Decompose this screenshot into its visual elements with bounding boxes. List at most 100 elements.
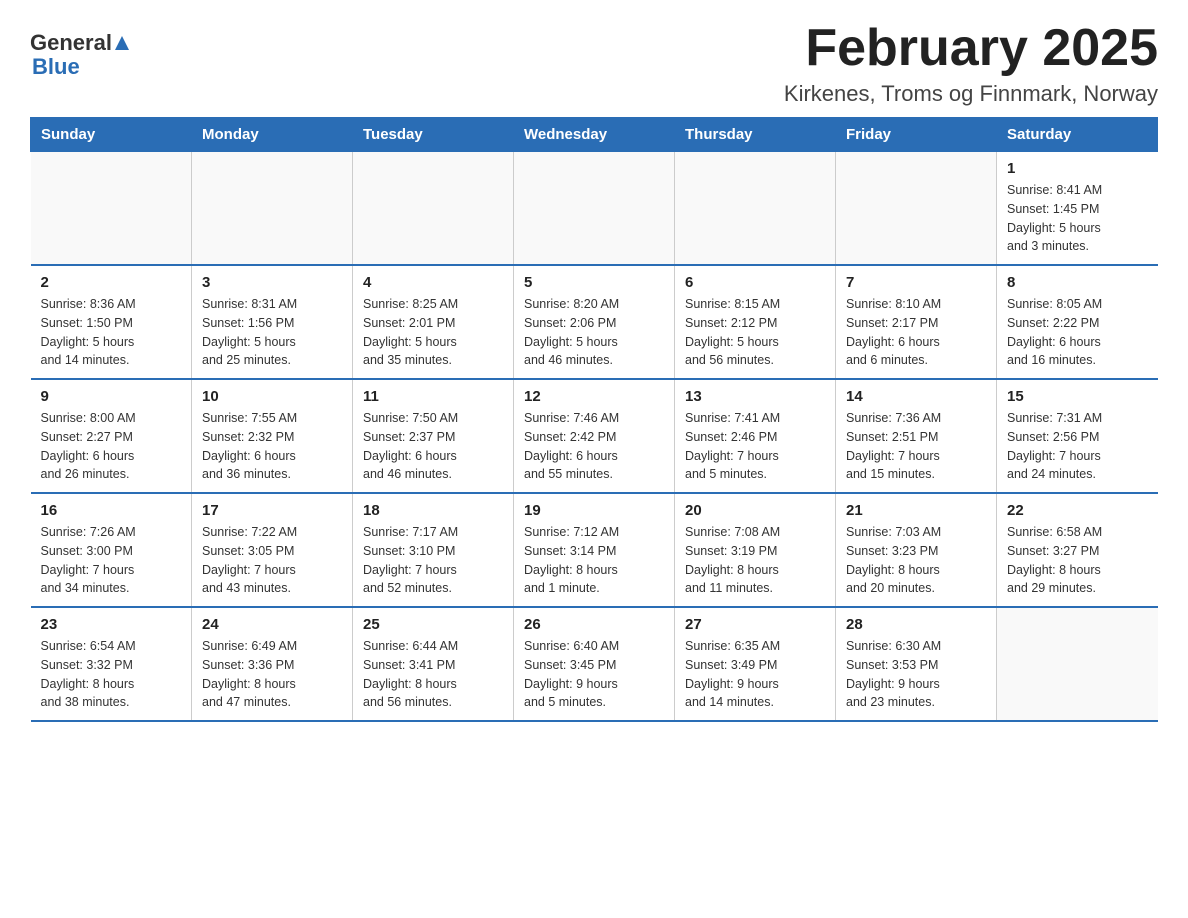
calendar-day-cell: 26 Sunrise: 6:40 AMSunset: 3:45 PMDayligh… — [514, 607, 675, 721]
calendar-day-cell — [836, 152, 997, 266]
logo-text: General — [30, 30, 132, 56]
day-number: 8 — [1007, 274, 1148, 291]
calendar-header-row: SundayMondayTuesdayWednesdayThursdayFrid… — [31, 118, 1158, 152]
day-info: Sunrise: 8:00 AMSunset: 2:27 PMDaylight:… — [41, 409, 182, 484]
day-info: Sunrise: 7:17 AMSunset: 3:10 PMDaylight:… — [363, 523, 503, 598]
calendar-day-cell — [514, 152, 675, 266]
calendar-week-row: 16Sunrise: 7:26 AMSunset: 3:00 PMDayligh… — [31, 493, 1158, 607]
calendar-day-cell: 1 Sunrise: 8:41 AMSunset: 1:45 PMDaylight… — [997, 152, 1158, 266]
day-number: 20 — [685, 502, 825, 519]
calendar-week-row: 9 Sunrise: 8:00 AMSunset: 2:27 PMDaylight… — [31, 379, 1158, 493]
day-number: 15 — [1007, 388, 1148, 405]
day-number: 23 — [41, 616, 182, 633]
calendar-day-cell: 22Sunrise: 6:58 AMSunset: 3:27 PMDayligh… — [997, 493, 1158, 607]
page-header: General Blue February 2025 Kirkenes, Tro… — [30, 20, 1158, 107]
calendar-day-header: Wednesday — [514, 118, 675, 152]
day-info: Sunrise: 6:40 AMSunset: 3:45 PMDaylight:… — [524, 637, 664, 712]
day-info: Sunrise: 8:15 AMSunset: 2:12 PMDaylight:… — [685, 295, 825, 370]
day-info: Sunrise: 6:35 AMSunset: 3:49 PMDaylight:… — [685, 637, 825, 712]
calendar-day-cell: 21Sunrise: 7:03 AMSunset: 3:23 PMDayligh… — [836, 493, 997, 607]
calendar-day-cell: 13 Sunrise: 7:41 AMSunset: 2:46 PMDayligh… — [675, 379, 836, 493]
day-info: Sunrise: 7:03 AMSunset: 3:23 PMDaylight:… — [846, 523, 986, 598]
day-info: Sunrise: 8:36 AMSunset: 1:50 PMDaylight:… — [41, 295, 182, 370]
day-number: 12 — [524, 388, 664, 405]
day-info: Sunrise: 7:31 AMSunset: 2:56 PMDaylight:… — [1007, 409, 1148, 484]
day-info: Sunrise: 8:20 AMSunset: 2:06 PMDaylight:… — [524, 295, 664, 370]
calendar-day-cell: 6 Sunrise: 8:15 AMSunset: 2:12 PMDaylight… — [675, 265, 836, 379]
day-info: Sunrise: 7:50 AMSunset: 2:37 PMDaylight:… — [363, 409, 503, 484]
day-number: 5 — [524, 274, 664, 291]
day-info: Sunrise: 8:25 AMSunset: 2:01 PMDaylight:… — [363, 295, 503, 370]
day-number: 13 — [685, 388, 825, 405]
calendar-day-cell: 23 Sunrise: 6:54 AMSunset: 3:32 PMDayligh… — [31, 607, 192, 721]
calendar-day-cell: 18 Sunrise: 7:17 AMSunset: 3:10 PMDayligh… — [353, 493, 514, 607]
day-number: 2 — [41, 274, 182, 291]
day-info: Sunrise: 8:10 AMSunset: 2:17 PMDaylight:… — [846, 295, 986, 370]
calendar-day-cell: 10 Sunrise: 7:55 AMSunset: 2:32 PMDayligh… — [192, 379, 353, 493]
day-number: 4 — [363, 274, 503, 291]
calendar-day-header: Tuesday — [353, 118, 514, 152]
calendar-day-cell — [31, 152, 192, 266]
calendar-day-cell: 14 Sunrise: 7:36 AMSunset: 2:51 PMDayligh… — [836, 379, 997, 493]
calendar-day-cell — [997, 607, 1158, 721]
logo-blue-text: Blue — [30, 54, 80, 80]
day-number: 1 — [1007, 160, 1148, 177]
day-number: 17 — [202, 502, 342, 519]
day-info: Sunrise: 7:55 AMSunset: 2:32 PMDaylight:… — [202, 409, 342, 484]
title-area: February 2025 Kirkenes, Troms og Finnmar… — [784, 20, 1158, 107]
day-number: 24 — [202, 616, 342, 633]
calendar-table: SundayMondayTuesdayWednesdayThursdayFrid… — [30, 117, 1158, 722]
calendar-day-cell: 17 Sunrise: 7:22 AMSunset: 3:05 PMDayligh… — [192, 493, 353, 607]
day-info: Sunrise: 7:36 AMSunset: 2:51 PMDaylight:… — [846, 409, 986, 484]
day-info: Sunrise: 8:41 AMSunset: 1:45 PMDaylight:… — [1007, 181, 1148, 256]
logo-triangle-icon — [113, 34, 131, 52]
calendar-day-cell — [353, 152, 514, 266]
day-number: 25 — [363, 616, 503, 633]
calendar-day-cell: 16Sunrise: 7:26 AMSunset: 3:00 PMDayligh… — [31, 493, 192, 607]
day-info: Sunrise: 7:12 AMSunset: 3:14 PMDaylight:… — [524, 523, 664, 598]
calendar-day-cell: 8 Sunrise: 8:05 AMSunset: 2:22 PMDaylight… — [997, 265, 1158, 379]
calendar-day-cell: 3 Sunrise: 8:31 AMSunset: 1:56 PMDaylight… — [192, 265, 353, 379]
calendar-day-cell: 9 Sunrise: 8:00 AMSunset: 2:27 PMDaylight… — [31, 379, 192, 493]
day-info: Sunrise: 7:26 AMSunset: 3:00 PMDaylight:… — [41, 523, 182, 598]
logo: General Blue — [30, 20, 132, 80]
day-info: Sunrise: 7:41 AMSunset: 2:46 PMDaylight:… — [685, 409, 825, 484]
location-subtitle: Kirkenes, Troms og Finnmark, Norway — [784, 81, 1158, 107]
calendar-day-header: Sunday — [31, 118, 192, 152]
calendar-day-cell: 28Sunrise: 6:30 AMSunset: 3:53 PMDayligh… — [836, 607, 997, 721]
calendar-day-cell — [192, 152, 353, 266]
day-info: Sunrise: 7:46 AMSunset: 2:42 PMDaylight:… — [524, 409, 664, 484]
day-info: Sunrise: 8:31 AMSunset: 1:56 PMDaylight:… — [202, 295, 342, 370]
day-number: 9 — [41, 388, 182, 405]
calendar-day-cell — [675, 152, 836, 266]
day-number: 19 — [524, 502, 664, 519]
calendar-day-header: Friday — [836, 118, 997, 152]
day-number: 18 — [363, 502, 503, 519]
day-number: 10 — [202, 388, 342, 405]
day-number: 3 — [202, 274, 342, 291]
day-info: Sunrise: 8:05 AMSunset: 2:22 PMDaylight:… — [1007, 295, 1148, 370]
day-info: Sunrise: 6:54 AMSunset: 3:32 PMDaylight:… — [41, 637, 182, 712]
calendar-day-cell: 2 Sunrise: 8:36 AMSunset: 1:50 PMDaylight… — [31, 265, 192, 379]
day-number: 7 — [846, 274, 986, 291]
calendar-day-cell: 12 Sunrise: 7:46 AMSunset: 2:42 PMDayligh… — [514, 379, 675, 493]
calendar-day-header: Saturday — [997, 118, 1158, 152]
calendar-day-header: Monday — [192, 118, 353, 152]
calendar-day-cell: 24 Sunrise: 6:49 AMSunset: 3:36 PMDayligh… — [192, 607, 353, 721]
day-number: 26 — [524, 616, 664, 633]
calendar-day-cell: 20 Sunrise: 7:08 AMSunset: 3:19 PMDayligh… — [675, 493, 836, 607]
day-info: Sunrise: 7:08 AMSunset: 3:19 PMDaylight:… — [685, 523, 825, 598]
calendar-week-row: 23 Sunrise: 6:54 AMSunset: 3:32 PMDayligh… — [31, 607, 1158, 721]
day-info: Sunrise: 6:49 AMSunset: 3:36 PMDaylight:… — [202, 637, 342, 712]
day-number: 28 — [846, 616, 986, 633]
calendar-day-cell: 5 Sunrise: 8:20 AMSunset: 2:06 PMDaylight… — [514, 265, 675, 379]
day-info: Sunrise: 7:22 AMSunset: 3:05 PMDaylight:… — [202, 523, 342, 598]
calendar-day-cell: 7 Sunrise: 8:10 AMSunset: 2:17 PMDaylight… — [836, 265, 997, 379]
calendar-day-cell: 19 Sunrise: 7:12 AMSunset: 3:14 PMDayligh… — [514, 493, 675, 607]
day-info: Sunrise: 6:58 AMSunset: 3:27 PMDaylight:… — [1007, 523, 1148, 598]
day-number: 27 — [685, 616, 825, 633]
day-number: 11 — [363, 388, 503, 405]
calendar-day-cell: 15 Sunrise: 7:31 AMSunset: 2:56 PMDayligh… — [997, 379, 1158, 493]
day-number: 6 — [685, 274, 825, 291]
day-number: 14 — [846, 388, 986, 405]
